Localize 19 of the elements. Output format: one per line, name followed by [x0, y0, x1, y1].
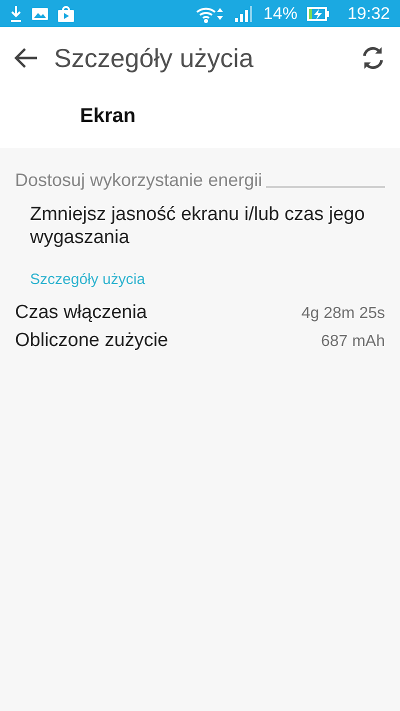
battery-percent: 14%: [263, 4, 298, 24]
section-header: Dostosuj wykorzystanie energii: [15, 170, 262, 191]
battery-charging-icon: [307, 6, 330, 20]
detail-value: 4g 28m 25s: [301, 305, 385, 323]
refresh-icon[interactable]: [360, 45, 386, 71]
download-icon: [10, 6, 22, 22]
shopping-bag-icon: [58, 6, 74, 22]
tip-text[interactable]: Zmniejsz jasność ekranu i/lub czas jego wygaszania: [15, 191, 385, 249]
app-name: Ekran: [79, 104, 137, 129]
wifi-icon: [195, 4, 226, 22]
subsection-header: Szczegóły użycia: [29, 270, 146, 288]
detail-label: Czas włączenia: [15, 302, 147, 324]
screen-title: Szczegóły użycia: [54, 42, 254, 74]
detail-value: 687 mAh: [320, 333, 385, 351]
signal-icon: [235, 6, 254, 22]
back-arrow-icon[interactable]: [14, 47, 38, 69]
image-icon: [32, 8, 48, 20]
clock: 19:32: [347, 4, 390, 24]
detail-label: Obliczone zużycie: [15, 330, 168, 352]
